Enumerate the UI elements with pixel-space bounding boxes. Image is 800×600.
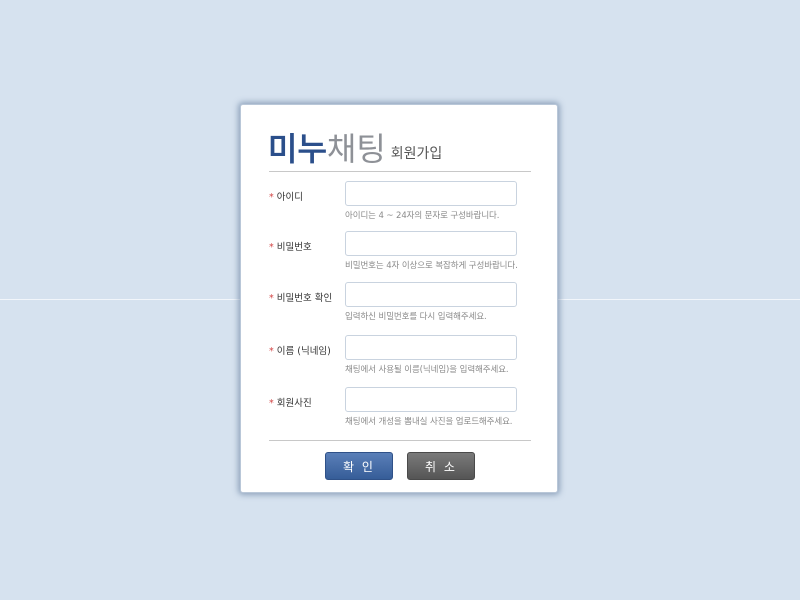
cancel-button[interactable]: 취 소 bbox=[407, 452, 475, 480]
field-label-text: 아이디 bbox=[276, 192, 303, 203]
brand-name-part1: 미누 bbox=[268, 130, 327, 168]
field-help-text: 채팅에서 사용될 이름(닉네임)을 입력해주세요. bbox=[345, 365, 509, 375]
required-star-icon: * bbox=[269, 346, 274, 357]
password-input[interactable] bbox=[345, 231, 517, 256]
user-id-input[interactable] bbox=[345, 181, 517, 206]
field-label: * 비밀번호 확인 bbox=[269, 290, 332, 304]
signup-dialog: 미누 채팅 회원가입 * 아이디 아이디는 4 ~ 24자의 문자로 구성바랍니다… bbox=[240, 104, 558, 493]
footer-divider bbox=[269, 440, 531, 441]
confirm-button[interactable]: 확 인 bbox=[325, 452, 393, 480]
nickname-input[interactable] bbox=[345, 335, 517, 360]
field-label-text: 비밀번호 확인 bbox=[276, 293, 333, 304]
required-star-icon: * bbox=[269, 192, 274, 203]
field-label: * 이름 (닉네임) bbox=[269, 343, 331, 357]
field-help-text: 비밀번호는 4자 이상으로 복잡하게 구성바랍니다. bbox=[345, 261, 518, 271]
field-label: * 회원사진 bbox=[269, 395, 312, 409]
required-star-icon: * bbox=[269, 293, 274, 304]
field-label: * 비밀번호 bbox=[269, 239, 312, 253]
profile-photo-input[interactable] bbox=[345, 387, 517, 412]
field-label-text: 회원사진 bbox=[276, 398, 312, 409]
password-confirm-input[interactable] bbox=[345, 282, 517, 307]
required-star-icon: * bbox=[269, 242, 274, 253]
dialog-subtitle: 회원가입 bbox=[390, 146, 443, 162]
field-label: * 아이디 bbox=[269, 189, 303, 203]
field-help-text: 입력하신 비밀번호를 다시 입력해주세요. bbox=[345, 312, 487, 322]
dialog-title: 미누 채팅 회원가입 bbox=[268, 125, 442, 169]
field-help-text: 채팅에서 개성을 뽐내실 사진을 업로드해주세요. bbox=[345, 417, 513, 427]
required-star-icon: * bbox=[269, 398, 274, 409]
field-label-text: 비밀번호 bbox=[276, 242, 312, 253]
title-divider bbox=[269, 171, 531, 172]
brand-name-part2: 채팅 bbox=[326, 130, 386, 168]
field-help-text: 아이디는 4 ~ 24자의 문자로 구성바랍니다. bbox=[345, 211, 500, 221]
field-label-text: 이름 (닉네임) bbox=[276, 346, 331, 357]
